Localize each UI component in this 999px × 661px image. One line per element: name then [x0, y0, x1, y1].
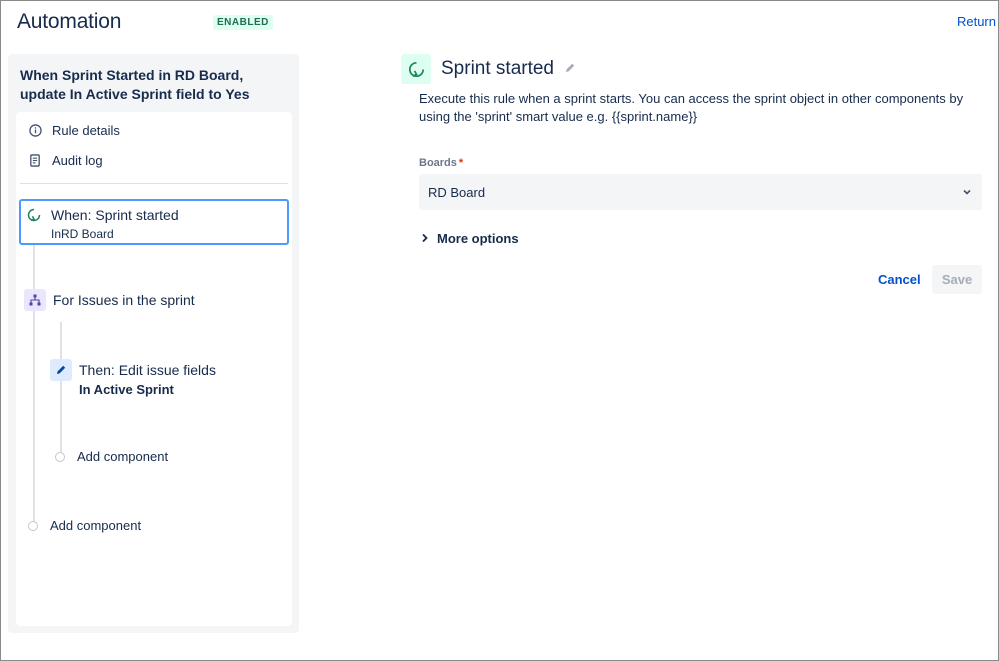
- more-options-label: More options: [437, 231, 519, 246]
- document-icon: [28, 154, 42, 168]
- add-component-outer-button[interactable]: Add component: [28, 518, 141, 533]
- chevron-down-icon: [962, 185, 972, 200]
- boards-select-value: RD Board: [428, 184, 486, 200]
- return-link[interactable]: Return: [957, 14, 996, 29]
- sprint-icon: [27, 208, 41, 222]
- add-component-inner-button[interactable]: Add component: [55, 449, 168, 464]
- page-title: Automation: [17, 10, 122, 33]
- add-component-dot-icon: [28, 520, 38, 531]
- inner-connector-line: [60, 322, 62, 460]
- edit-pencil-icon[interactable]: [564, 61, 576, 79]
- sprint-icon: [401, 54, 431, 84]
- branch-component[interactable]: For Issues in the sprint: [24, 289, 195, 311]
- rule-name: When Sprint Started in RD Board, update …: [20, 67, 250, 102]
- boards-label-text: Boards: [419, 157, 457, 169]
- pencil-icon: [50, 359, 72, 381]
- chevron-right-icon: [421, 231, 429, 246]
- trigger-subtitle-value: RD Board: [61, 227, 114, 241]
- boards-field-label: Boards *: [419, 157, 463, 169]
- cancel-button[interactable]: Cancel: [869, 265, 930, 294]
- rule-details-label: Rule details: [52, 123, 120, 138]
- add-component-dot-icon: [55, 451, 65, 462]
- required-marker: *: [458, 157, 464, 169]
- status-badge: ENABLED: [213, 15, 273, 30]
- save-button[interactable]: Save: [932, 265, 982, 294]
- boards-select[interactable]: RD Board: [419, 174, 982, 210]
- config-header: Sprint started: [401, 54, 576, 84]
- outer-connector-line: [33, 245, 35, 523]
- add-component-label: Add component: [77, 449, 169, 464]
- action-title: Then: Edit issue fields: [79, 362, 216, 378]
- trigger-subtitle: InRD Board: [51, 227, 114, 241]
- action-subtitle: In Active Sprint: [79, 382, 174, 397]
- trigger-component[interactable]: When: Sprint started InRD Board: [19, 199, 289, 245]
- info-icon: [28, 124, 42, 138]
- branch-label: For Issues in the sprint: [53, 292, 195, 308]
- audit-log-menu-item[interactable]: Audit log: [28, 153, 103, 168]
- trigger-title: When: Sprint started: [51, 207, 179, 223]
- audit-log-label: Audit log: [52, 153, 103, 168]
- branch-icon: [24, 289, 46, 311]
- rule-outline-card: Rule details Audit log When: Sprint star…: [16, 112, 292, 626]
- rule-sidebar: When Sprint Started in RD Board, update …: [8, 54, 299, 633]
- more-options-toggle[interactable]: More options: [421, 231, 519, 246]
- divider: [20, 183, 288, 184]
- rule-details-menu-item[interactable]: Rule details: [28, 123, 120, 138]
- config-description: Execute this rule when a sprint starts. …: [419, 91, 964, 124]
- add-component-label: Add component: [50, 518, 142, 533]
- trigger-subtitle-prefix: In: [51, 227, 62, 241]
- config-title: Sprint started: [441, 58, 554, 79]
